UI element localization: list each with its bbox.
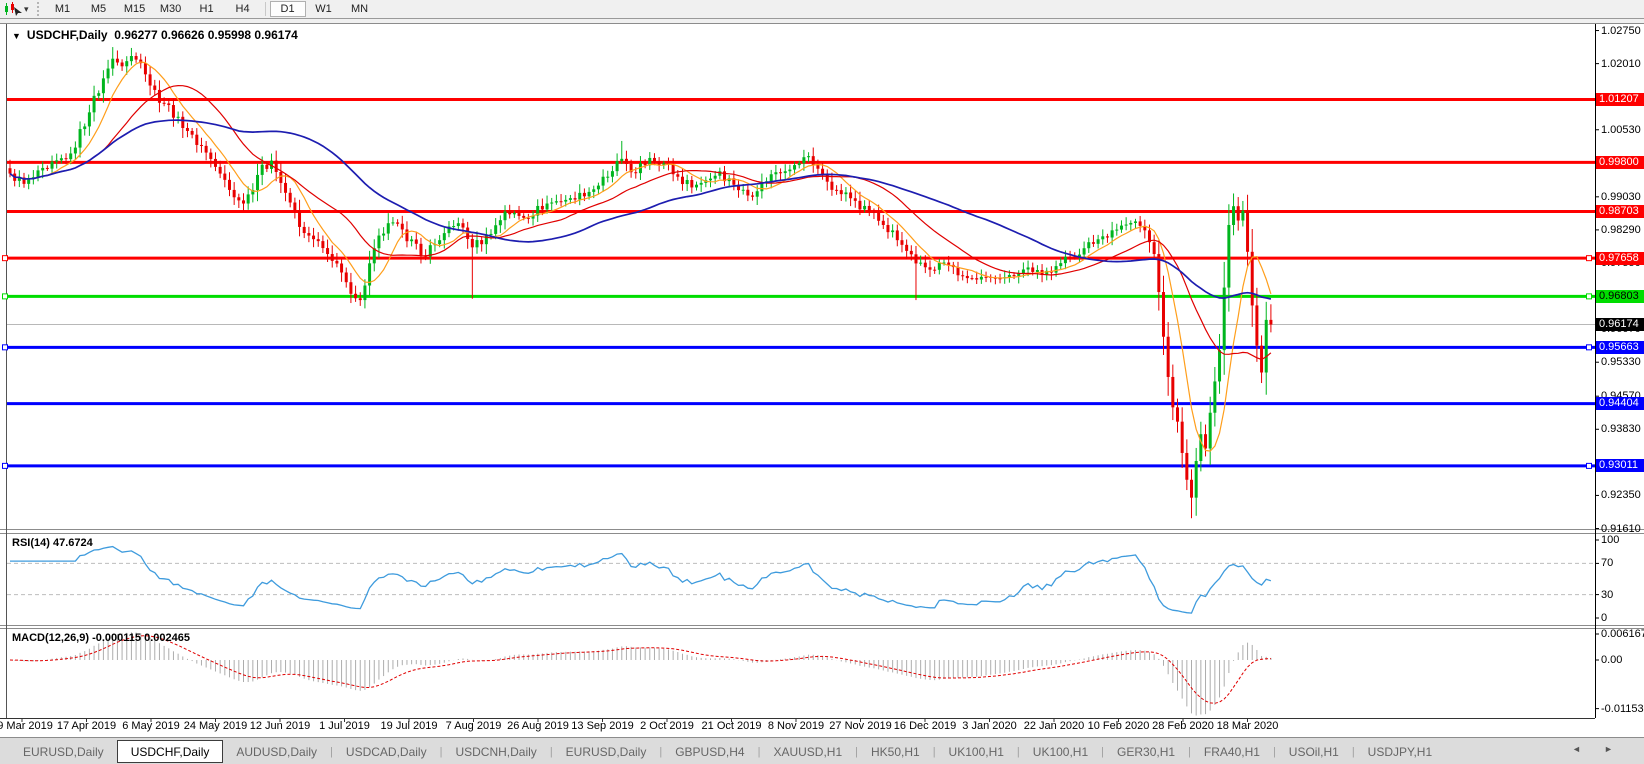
- toolbar-separator: [265, 2, 266, 16]
- line-handle[interactable]: [3, 294, 8, 299]
- macd-tick: -0.011531: [1601, 703, 1644, 715]
- date-label: 21 Oct 2019: [702, 720, 762, 732]
- timeframe-button-h4[interactable]: H4: [225, 1, 261, 17]
- chart-tab-hk50-h1[interactable]: HK50,H1: [858, 740, 933, 763]
- date-label: 1 Jul 2019: [319, 720, 370, 732]
- chart-tab-fra40-h1[interactable]: FRA40,H1: [1191, 740, 1273, 763]
- date-label: 27 Nov 2019: [829, 720, 891, 732]
- price-flag-0.94404: 0.94404: [1596, 397, 1644, 410]
- date-label: 18 Mar 2020: [1217, 720, 1279, 732]
- chart-tab-xauusd-h1[interactable]: XAUUSD,H1: [760, 740, 855, 763]
- rsi-tick: 100: [1601, 534, 1644, 546]
- mt4-window: ▾ M1M5M15M30H1H4 D1W1MN ▼ USDCHF,Daily 0.9…: [0, 0, 1644, 764]
- date-label: 13 Sep 2019: [571, 720, 633, 732]
- tab-scroll-right-icon[interactable]: ►: [1604, 744, 1613, 754]
- chart-canvas[interactable]: [0, 0, 1644, 764]
- timeframe-button-m5[interactable]: M5: [81, 1, 117, 17]
- timeframe-button-w1[interactable]: W1: [306, 1, 342, 17]
- price-tick: 1.02010: [1601, 58, 1644, 70]
- date-label: 28 Feb 2020: [1152, 720, 1214, 732]
- date-label: 12 Jun 2019: [250, 720, 311, 732]
- chart-ohlc-values: 0.96277 0.96626 0.95998 0.96174: [114, 28, 298, 42]
- price-flag-0.98703: 0.98703: [1596, 205, 1644, 218]
- price-tick: 0.99030: [1601, 191, 1644, 203]
- price-flag-0.97658: 0.97658: [1596, 252, 1644, 265]
- chart-tab-uk100-h1[interactable]: UK100,H1: [936, 740, 1017, 763]
- price-tick: 1.02750: [1601, 25, 1644, 37]
- date-label: 24 May 2019: [184, 720, 248, 732]
- price-tick: 0.93830: [1601, 423, 1644, 435]
- date-label: 8 Nov 2019: [768, 720, 824, 732]
- chart-symbol-period: USDCHF,Daily: [27, 28, 108, 42]
- price-tick: 0.92350: [1601, 489, 1644, 501]
- chart-background: [0, 24, 1644, 718]
- current-price-flag: 0.96174: [1596, 318, 1644, 331]
- date-label: 10 Feb 2020: [1088, 720, 1150, 732]
- date-label: 16 Dec 2019: [894, 720, 956, 732]
- rsi-tick: 30: [1601, 589, 1644, 601]
- chart-tab-ger30-h1[interactable]: GER30,H1: [1104, 740, 1188, 763]
- price-tick: 0.95330: [1601, 356, 1644, 368]
- timeframe-button-mn[interactable]: MN: [342, 1, 378, 17]
- timeframe-button-m30[interactable]: M30: [153, 1, 189, 17]
- price-flag-0.96803: 0.96803: [1596, 290, 1644, 303]
- date-label: 7 Aug 2019: [446, 720, 502, 732]
- date-label: 26 Aug 2019: [507, 720, 569, 732]
- line-handle[interactable]: [3, 463, 8, 468]
- toolbar-dropdown-caret[interactable]: ▾: [24, 4, 29, 15]
- date-label: 6 May 2019: [122, 720, 179, 732]
- line-handle[interactable]: [3, 256, 8, 261]
- chart-tab-usdjpy-h1[interactable]: USDJPY,H1: [1355, 740, 1445, 763]
- macd-tick: 0.00: [1601, 654, 1644, 666]
- chart-tab-audusd-daily[interactable]: AUDUSD,Daily: [223, 740, 330, 763]
- chart-tab-eurusd-daily[interactable]: EURUSD,Daily: [10, 740, 117, 763]
- chart-menu-caret[interactable]: ▼: [12, 31, 21, 41]
- chart-tab-bar: EURUSD,DailyUSDCHF,DailyAUDUSD,Daily|USD…: [0, 737, 1644, 764]
- timeframe-button-m1[interactable]: M1: [45, 1, 81, 17]
- line-handle[interactable]: [3, 345, 8, 350]
- chart-tab-usoil-h1[interactable]: USOil,H1: [1276, 740, 1352, 763]
- line-handle[interactable]: [1587, 463, 1592, 468]
- chart-tab-usdchf-daily[interactable]: USDCHF,Daily: [117, 740, 224, 763]
- line-handle[interactable]: [1587, 294, 1592, 299]
- timeframe-button-h1[interactable]: H1: [189, 1, 225, 17]
- chart-tab-usdcad-daily[interactable]: USDCAD,Daily: [333, 740, 440, 763]
- price-tick: 0.98290: [1601, 224, 1644, 236]
- date-label: 19 Jul 2019: [381, 720, 438, 732]
- chart-title: ▼ USDCHF,Daily 0.96277 0.96626 0.95998 0.…: [12, 28, 298, 42]
- toolbar-grip[interactable]: [37, 2, 39, 16]
- date-label: 29 Mar 2019: [0, 720, 53, 732]
- chart-tab-usdcnh-daily[interactable]: USDCNH,Daily: [442, 740, 549, 763]
- chart-tab-eurusd-daily[interactable]: EURUSD,Daily: [553, 740, 660, 763]
- date-label: 22 Jan 2020: [1024, 720, 1085, 732]
- date-label: 2 Oct 2019: [640, 720, 694, 732]
- date-label: 3 Jan 2020: [962, 720, 1016, 732]
- price-flag-0.93011: 0.93011: [1596, 459, 1644, 472]
- macd-tick: 0.006167: [1601, 628, 1644, 640]
- line-handle[interactable]: [1587, 256, 1592, 261]
- rsi-label: RSI(14) 47.6724: [12, 537, 93, 549]
- rsi-tick: 70: [1601, 557, 1644, 569]
- chart-tab-uk100-h1[interactable]: UK100,H1: [1020, 740, 1101, 763]
- price-flag-0.95663: 0.95663: [1596, 341, 1644, 354]
- price-tick: 1.00530: [1601, 124, 1644, 136]
- tab-scroll-left-icon[interactable]: ◄: [1572, 744, 1581, 754]
- timeframe-button-m15[interactable]: M15: [117, 1, 153, 17]
- price-flag-1.01207: 1.01207: [1596, 93, 1644, 106]
- rsi-tick: 0: [1601, 612, 1644, 624]
- chart-cursor-icon[interactable]: [2, 1, 24, 17]
- timeframe-toolbar: ▾ M1M5M15M30H1H4 D1W1MN: [0, 0, 1644, 19]
- price-tick: 0.91610: [1601, 523, 1644, 535]
- chart-tab-gbpusd-h4[interactable]: GBPUSD,H4: [662, 740, 757, 763]
- timeframe-button-d1[interactable]: D1: [270, 1, 306, 17]
- price-flag-0.99800: 0.99800: [1596, 156, 1644, 169]
- macd-label: MACD(12,26,9) -0.000115 0.002465: [12, 632, 190, 644]
- date-label: 17 Apr 2019: [57, 720, 116, 732]
- line-handle[interactable]: [1587, 345, 1592, 350]
